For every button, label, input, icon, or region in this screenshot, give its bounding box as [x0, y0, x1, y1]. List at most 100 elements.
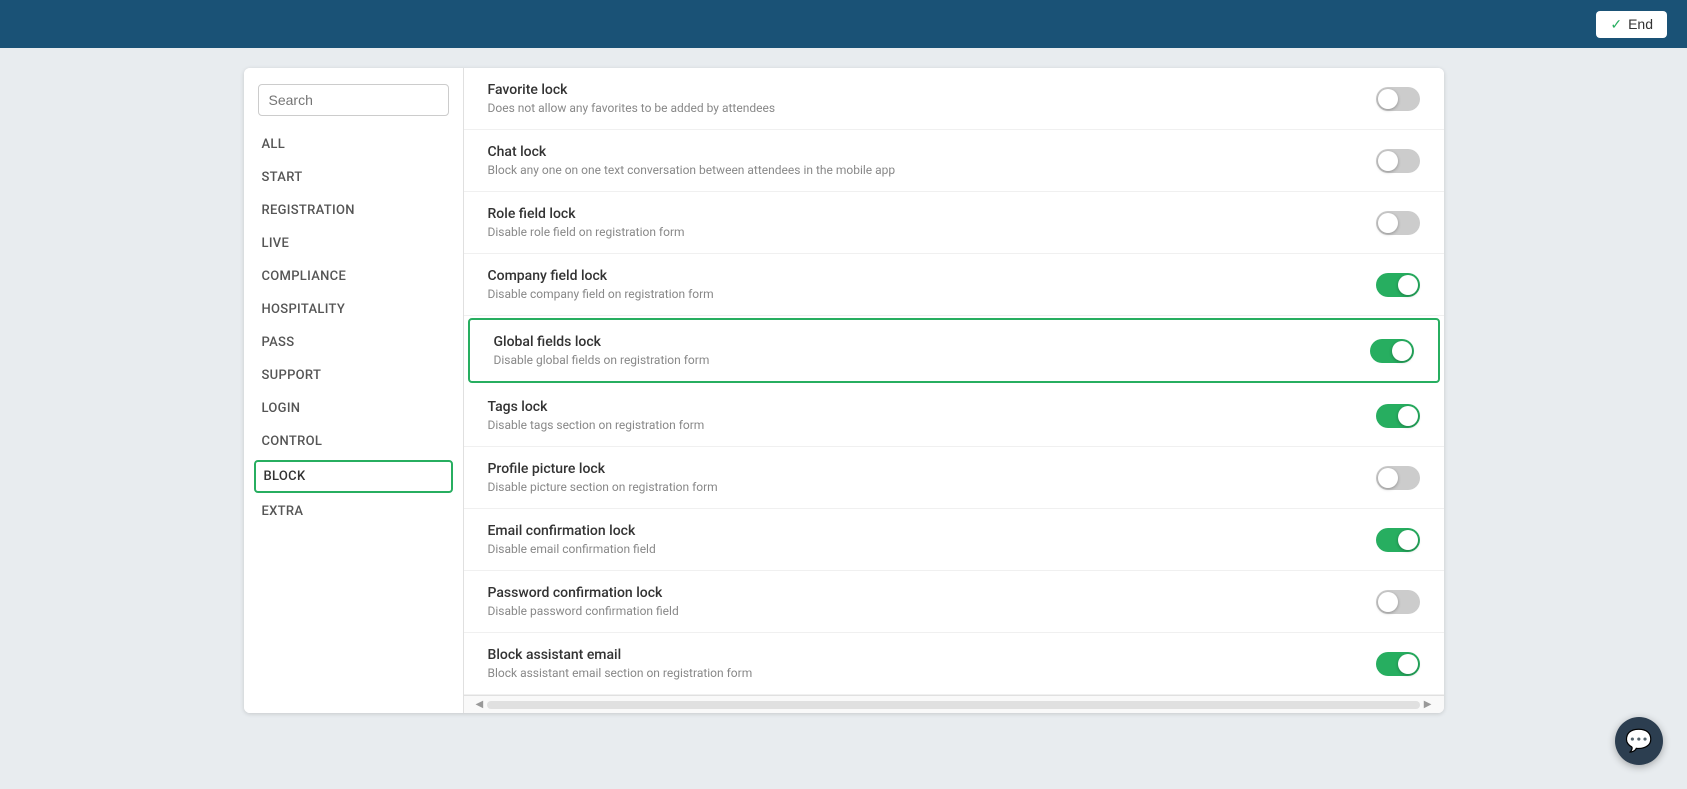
setting-title-company-field-lock: Company field lock [488, 268, 1376, 284]
toggle-thumb-block-assistant-email [1398, 654, 1418, 674]
sidebar-item-support[interactable]: SUPPORT [244, 359, 463, 392]
setting-row-global-fields-lock: Global fields lock Disable global fields … [468, 318, 1440, 383]
sidebar-item-registration[interactable]: REGISTRATION [244, 194, 463, 227]
setting-info-block-assistant-email: Block assistant email Block assistant ema… [488, 647, 1376, 680]
toggle-favorite-lock[interactable] [1376, 87, 1420, 111]
search-input[interactable] [258, 84, 449, 116]
toggle-thumb-password-confirmation-lock [1378, 592, 1398, 612]
toggle-track-favorite-lock[interactable] [1376, 87, 1420, 111]
setting-title-profile-picture-lock: Profile picture lock [488, 461, 1376, 477]
setting-title-password-confirmation-lock: Password confirmation lock [488, 585, 1376, 601]
settings-list: Favorite lock Does not allow any favorite… [464, 68, 1444, 695]
h-scrollbar-track[interactable] [487, 701, 1420, 709]
toggle-track-company-field-lock[interactable] [1376, 273, 1420, 297]
scroll-left-icon[interactable]: ◀ [472, 699, 488, 710]
toggle-tags-lock[interactable] [1376, 404, 1420, 428]
main-container: ALLSTARTREGISTRATIONLIVECOMPLIANCEHOSPIT… [0, 48, 1687, 789]
toggle-chat-lock[interactable] [1376, 149, 1420, 173]
setting-desc-global-fields-lock: Disable global fields on registration fo… [494, 353, 1370, 367]
setting-row-profile-picture-lock: Profile picture lock Disable picture sect… [464, 447, 1444, 509]
end-label: End [1628, 16, 1653, 32]
setting-info-favorite-lock: Favorite lock Does not allow any favorite… [488, 82, 1376, 115]
toggle-thumb-email-confirmation-lock [1398, 530, 1418, 550]
setting-row-block-assistant-email: Block assistant email Block assistant ema… [464, 633, 1444, 695]
setting-desc-email-confirmation-lock: Disable email confirmation field [488, 542, 1376, 556]
panel-wrapper: ALLSTARTREGISTRATIONLIVECOMPLIANCEHOSPIT… [244, 68, 1444, 713]
setting-info-tags-lock: Tags lock Disable tags section on registr… [488, 399, 1376, 432]
setting-title-block-assistant-email: Block assistant email [488, 647, 1376, 663]
setting-title-global-fields-lock: Global fields lock [494, 334, 1370, 350]
toggle-block-assistant-email[interactable] [1376, 652, 1420, 676]
sidebar-item-pass[interactable]: PASS [244, 326, 463, 359]
sidebar-item-compliance[interactable]: COMPLIANCE [244, 260, 463, 293]
sidebar-item-block[interactable]: BLOCK [254, 460, 453, 493]
toggle-track-email-confirmation-lock[interactable] [1376, 528, 1420, 552]
sidebar: ALLSTARTREGISTRATIONLIVECOMPLIANCEHOSPIT… [244, 68, 464, 713]
toggle-role-field-lock[interactable] [1376, 211, 1420, 235]
sidebar-item-start[interactable]: START [244, 161, 463, 194]
h-scrollbar-row: ◀ ▶ [464, 695, 1444, 713]
toggle-thumb-global-fields-lock [1392, 341, 1412, 361]
setting-title-favorite-lock: Favorite lock [488, 82, 1376, 98]
setting-info-chat-lock: Chat lock Block any one on one text conve… [488, 144, 1376, 177]
setting-title-chat-lock: Chat lock [488, 144, 1376, 160]
setting-desc-company-field-lock: Disable company field on registration fo… [488, 287, 1376, 301]
setting-row-password-confirmation-lock: Password confirmation lock Disable passwo… [464, 571, 1444, 633]
setting-title-tags-lock: Tags lock [488, 399, 1376, 415]
toggle-track-profile-picture-lock[interactable] [1376, 466, 1420, 490]
sidebar-item-all[interactable]: ALL [244, 128, 463, 161]
setting-info-email-confirmation-lock: Email confirmation lock Disable email con… [488, 523, 1376, 556]
toggle-track-chat-lock[interactable] [1376, 149, 1420, 173]
toggle-track-password-confirmation-lock[interactable] [1376, 590, 1420, 614]
toggle-global-fields-lock[interactable] [1370, 339, 1414, 363]
setting-info-profile-picture-lock: Profile picture lock Disable picture sect… [488, 461, 1376, 494]
setting-row-company-field-lock: Company field lock Disable company field … [464, 254, 1444, 316]
setting-info-role-field-lock: Role field lock Disable role field on reg… [488, 206, 1376, 239]
setting-row-role-field-lock: Role field lock Disable role field on reg… [464, 192, 1444, 254]
sidebar-item-hospitality[interactable]: HOSPITALITY [244, 293, 463, 326]
toggle-company-field-lock[interactable] [1376, 273, 1420, 297]
setting-desc-tags-lock: Disable tags section on registration for… [488, 418, 1376, 432]
setting-row-chat-lock: Chat lock Block any one on one text conve… [464, 130, 1444, 192]
setting-title-email-confirmation-lock: Email confirmation lock [488, 523, 1376, 539]
end-button[interactable]: ✓ End [1596, 11, 1667, 38]
content-wrapper: Favorite lock Does not allow any favorite… [464, 68, 1444, 713]
search-wrapper [244, 84, 463, 128]
sidebar-item-login[interactable]: LOGIN [244, 392, 463, 425]
sidebar-item-live[interactable]: LIVE [244, 227, 463, 260]
toggle-track-role-field-lock[interactable] [1376, 211, 1420, 235]
toggle-thumb-profile-picture-lock [1378, 468, 1398, 488]
top-bar: ✓ End [0, 0, 1687, 48]
toggle-thumb-chat-lock [1378, 151, 1398, 171]
toggle-track-global-fields-lock[interactable] [1370, 339, 1414, 363]
chat-bubble-button[interactable]: 💬 [1615, 717, 1663, 765]
setting-desc-profile-picture-lock: Disable picture section on registration … [488, 480, 1376, 494]
toggle-email-confirmation-lock[interactable] [1376, 528, 1420, 552]
setting-desc-favorite-lock: Does not allow any favorites to be added… [488, 101, 1376, 115]
sidebar-item-extra[interactable]: EXTRA [244, 495, 463, 528]
nav-items-container: ALLSTARTREGISTRATIONLIVECOMPLIANCEHOSPIT… [244, 128, 463, 528]
content-scroll[interactable]: Favorite lock Does not allow any favorite… [464, 68, 1444, 695]
setting-desc-chat-lock: Block any one on one text conversation b… [488, 163, 1376, 177]
chat-icon: 💬 [1625, 729, 1652, 754]
setting-desc-role-field-lock: Disable role field on registration form [488, 225, 1376, 239]
toggle-profile-picture-lock[interactable] [1376, 466, 1420, 490]
sidebar-item-control[interactable]: CONTROL [244, 425, 463, 458]
setting-title-role-field-lock: Role field lock [488, 206, 1376, 222]
setting-desc-block-assistant-email: Block assistant email section on registr… [488, 666, 1376, 680]
setting-row-favorite-lock: Favorite lock Does not allow any favorite… [464, 68, 1444, 130]
setting-info-password-confirmation-lock: Password confirmation lock Disable passwo… [488, 585, 1376, 618]
setting-desc-password-confirmation-lock: Disable password confirmation field [488, 604, 1376, 618]
setting-row-tags-lock: Tags lock Disable tags section on registr… [464, 385, 1444, 447]
setting-info-company-field-lock: Company field lock Disable company field … [488, 268, 1376, 301]
scroll-right-icon[interactable]: ▶ [1420, 699, 1436, 710]
toggle-thumb-favorite-lock [1378, 89, 1398, 109]
toggle-track-tags-lock[interactable] [1376, 404, 1420, 428]
toggle-thumb-role-field-lock [1378, 213, 1398, 233]
toggle-thumb-tags-lock [1398, 406, 1418, 426]
toggle-password-confirmation-lock[interactable] [1376, 590, 1420, 614]
toggle-track-block-assistant-email[interactable] [1376, 652, 1420, 676]
checkmark-icon: ✓ [1610, 16, 1622, 33]
setting-info-global-fields-lock: Global fields lock Disable global fields … [494, 334, 1370, 367]
toggle-thumb-company-field-lock [1398, 275, 1418, 295]
